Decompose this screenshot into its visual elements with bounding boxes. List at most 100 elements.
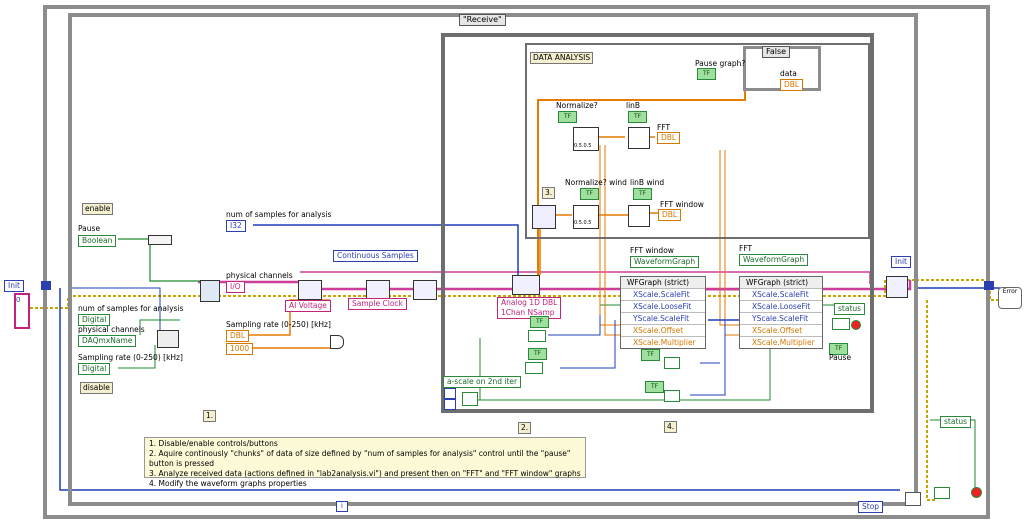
fft-window-graph-ref[interactable]: WaveformGraph xyxy=(630,256,700,268)
note-line: 3. Analyze received data (actions define… xyxy=(149,469,581,478)
subvi-2-value: 0.5.0.5 xyxy=(574,220,592,226)
daqmx-start xyxy=(413,280,437,300)
init-enum[interactable]: Init xyxy=(4,280,24,292)
prop-1-item: XScale.LooseFit xyxy=(621,300,705,312)
normalize-label: Normalize? xyxy=(556,101,598,110)
prop-2-item: YScale.ScaleFit xyxy=(740,312,822,324)
prop-2-item: XScale.ScaleFit xyxy=(740,288,822,300)
note-line: 2. Aquire continously "chunks" of data o… xyxy=(149,449,571,468)
lin-to-db-node-1 xyxy=(628,127,650,149)
prop-2-item: XScale.Offset xyxy=(740,324,822,336)
daqmx-read xyxy=(512,275,540,295)
graph-fft-label: FFT xyxy=(739,244,753,253)
init-enum-right[interactable]: Init xyxy=(891,256,911,268)
prop-node-2-header: WFGraph (strict) xyxy=(740,277,822,288)
left-channels-ref[interactable]: DAQmxName xyxy=(78,335,137,347)
property-node-fft: WFGraph (strict) XScale.ScaleFit XScale.… xyxy=(739,276,823,349)
fft-graph-ref[interactable]: WaveformGraph xyxy=(739,254,809,266)
notes-comment: 1. Disable/enable controls/buttons 2. Aq… xyxy=(144,437,586,488)
or-node xyxy=(832,318,850,330)
compare-node xyxy=(905,492,921,506)
acq-samples-ctl[interactable]: I32 xyxy=(226,220,246,232)
tf-constant-2[interactable]: TF xyxy=(528,348,547,360)
tf-constant-3[interactable]: TF xyxy=(641,349,660,361)
or-node-1 xyxy=(528,330,546,342)
acq-channels-label: physical channels xyxy=(226,271,293,280)
or-node-4 xyxy=(664,390,680,402)
left-rate-label: Sampling rate (0-250) [kHz] xyxy=(78,353,183,362)
fft-label: FFT xyxy=(657,123,671,132)
normalize-wind-control[interactable]: TF xyxy=(580,188,599,200)
data-analysis-title: DATA ANALYSIS xyxy=(530,52,594,64)
lin-to-db-node-2 xyxy=(628,205,650,227)
note-line: 1. Disable/enable controls/buttons xyxy=(149,439,278,448)
shift-register-left xyxy=(41,281,51,290)
left-channels-label: physical channels xyxy=(78,325,145,334)
ai-voltage-selector[interactable]: AI Voltage xyxy=(285,300,331,312)
bool-array-node xyxy=(148,235,172,245)
stop-enum[interactable]: Stop xyxy=(858,501,884,513)
step-2-label: 2. xyxy=(518,422,532,434)
linb-wind-control[interactable]: TF xyxy=(633,188,652,200)
iteration-const-2 xyxy=(444,399,456,410)
pause-label: Pause xyxy=(78,224,101,233)
normalize-wind-label: Normalize? wind xyxy=(565,178,627,187)
prop-1-item: XScale.Multiplier xyxy=(621,336,705,348)
acq-rate-label: Sampling rate (0-250) [kHz] xyxy=(226,320,331,329)
init-value: 0 xyxy=(16,296,21,304)
disable-tag: disable xyxy=(80,382,113,394)
iteration-terminal: i xyxy=(336,501,348,512)
continuous-samples-enum[interactable]: Continuous Samples xyxy=(333,250,418,262)
or-node-3 xyxy=(664,357,680,369)
step-4-label: 4. xyxy=(664,421,678,433)
prop-node-1-header: WFGraph (strict) xyxy=(621,277,705,288)
acq-rate-ctl[interactable]: DBL xyxy=(226,330,250,342)
iteration-const xyxy=(444,388,456,399)
case-selector[interactable]: "Receive" xyxy=(459,14,506,26)
pause-graph-control[interactable]: TF xyxy=(697,68,716,80)
daqmx-clear-task xyxy=(886,276,908,298)
thousand-constant[interactable]: 1000 xyxy=(226,343,254,355)
multiply-node xyxy=(330,335,344,349)
ascale-label: a-scale on 2nd iter xyxy=(443,376,522,388)
sample-clock-selector[interactable]: Sample Clock xyxy=(348,298,407,310)
graph-fft-window-label: FFT window xyxy=(630,246,674,255)
fft-window-indicator: DBL xyxy=(658,209,682,221)
note-line: 4. Modify the waveform graphs properties xyxy=(149,479,307,488)
disable-property-node xyxy=(200,280,220,302)
property-node-fft-window: WFGraph (strict) XScale.ScaleFit XScale.… xyxy=(620,276,706,349)
pause-graph-label: Pause graph? xyxy=(695,59,746,68)
status-bottom: status xyxy=(940,416,972,428)
data-analysis-express-vi xyxy=(532,205,556,229)
prop-1-item: XScale.ScaleFit xyxy=(621,288,705,300)
acq-channels-ctl[interactable]: I/O xyxy=(226,281,245,293)
pause-control[interactable]: Boolean xyxy=(78,235,117,247)
daqmx-create-channel xyxy=(298,280,322,300)
prop-1-item: YScale.ScaleFit xyxy=(621,312,705,324)
linb-label: linB xyxy=(626,101,641,110)
build-array-node xyxy=(157,330,179,348)
left-samples-label: num of samples for analysis xyxy=(78,304,184,313)
daqmx-timing xyxy=(366,280,390,300)
tf-constant-1[interactable]: TF xyxy=(530,316,549,328)
subvi-1-value: 0.5.0.5 xyxy=(574,143,592,149)
step-3-label: 3. xyxy=(542,187,556,199)
linb-control[interactable]: TF xyxy=(628,111,647,123)
status-indicator: status xyxy=(834,303,866,315)
stop-led-icon xyxy=(971,487,982,498)
left-rate-ref[interactable]: Digital xyxy=(78,363,111,375)
acq-samples-label: num of samples for analysis xyxy=(226,210,332,219)
prop-1-item: XScale.Offset xyxy=(621,324,705,336)
tf-constant-4[interactable]: TF xyxy=(645,381,664,393)
normalize-control[interactable]: TF xyxy=(558,111,577,123)
or-node-5 xyxy=(934,487,950,499)
pause-led-icon xyxy=(851,320,861,330)
or-node-2 xyxy=(525,362,543,374)
prop-2-item: XScale.LooseFit xyxy=(740,300,822,312)
error-handler: Error xyxy=(998,287,1022,309)
fft-window-label: FFT window xyxy=(660,200,704,209)
pause-case-selector[interactable]: False xyxy=(762,46,791,58)
data-label: data xyxy=(780,69,797,78)
fft-indicator: DBL xyxy=(657,132,681,144)
linb-wind-label: linB wind xyxy=(630,178,665,187)
